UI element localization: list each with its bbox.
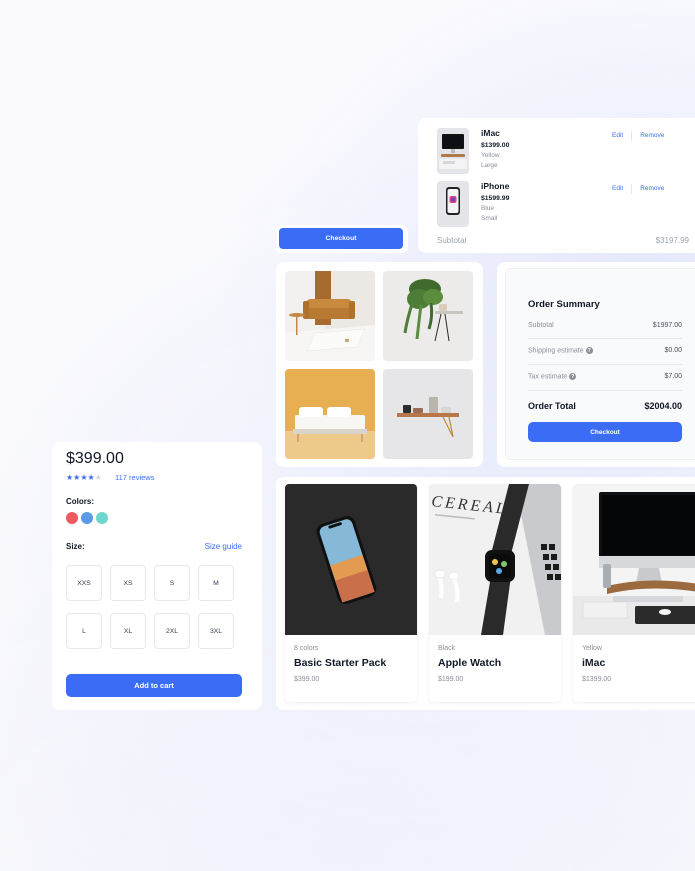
- iphone-thumbnail: [437, 181, 469, 227]
- product-price: $1399.00: [582, 676, 612, 683]
- size-option[interactable]: 3XL: [198, 613, 234, 649]
- product-name: Basic Starter Pack: [294, 657, 387, 669]
- cart-item-color: Yellow: [481, 152, 500, 159]
- summary-label: Tax estimate: [528, 373, 568, 381]
- add-to-cart-button[interactable]: Add to cart: [66, 674, 242, 697]
- star-icon: ★: [94, 473, 102, 482]
- color-swatch[interactable]: [96, 512, 108, 524]
- cart-card: iMac $1399.00 Yellow Large Edit Remove i…: [418, 118, 695, 253]
- product-price: $199.00: [438, 676, 464, 683]
- size-label: Size:: [66, 542, 85, 551]
- order-total-label: Order Total: [528, 401, 576, 411]
- product-list: 8 colors Basic Starter Pack $399.00 CERE…: [276, 477, 695, 710]
- cart-item-size: Small: [481, 214, 498, 222]
- summary-row-tax: Tax estimate? $7.00: [528, 373, 682, 380]
- product-name: Apple Watch: [438, 657, 502, 669]
- divider: [528, 364, 682, 365]
- cart-item-remove-link[interactable]: Remove: [640, 185, 664, 194]
- divider: [528, 338, 682, 339]
- reviews-link[interactable]: 117 reviews: [115, 473, 154, 482]
- cart-item-price: $1599.99: [481, 195, 510, 202]
- cart-item-name: iPhone: [481, 181, 510, 191]
- color-swatch[interactable]: [81, 512, 93, 524]
- cart-item-remove-link[interactable]: Remove: [640, 132, 664, 141]
- cart-item-color: Blue: [481, 205, 495, 212]
- checkout-button[interactable]: Checkout: [279, 228, 403, 249]
- wall-shelf-image[interactable]: [383, 369, 473, 459]
- summary-row-subtotal: Subtotal $1997.00: [528, 322, 682, 329]
- product-card[interactable]: CEREAL Black Apple Watch $199.00: [429, 484, 561, 702]
- size-option[interactable]: L: [66, 613, 102, 649]
- product-card[interactable]: Yellow iMac $1399.00: [573, 484, 695, 702]
- checkout-button[interactable]: Checkout: [528, 422, 682, 442]
- cart-item: iPhone $1599.99 Blue Small Edit Remove: [437, 181, 695, 227]
- product-price: $399.00: [66, 450, 124, 467]
- color-swatch[interactable]: [66, 512, 78, 524]
- product-subtitle: Yellow: [582, 645, 602, 652]
- image-gallery: [276, 262, 483, 467]
- cart-item: iMac $1399.00 Yellow Large Edit Remove: [437, 128, 695, 174]
- star-icon: ★: [87, 473, 95, 482]
- cart-item-name: iMac: [481, 128, 500, 138]
- summary-row-shipping: Shipping estimate? $0.00: [528, 347, 682, 354]
- summary-value: $7.00: [664, 373, 682, 381]
- product-price: $399.00: [294, 676, 320, 683]
- size-guide-link[interactable]: Size guide: [205, 542, 242, 551]
- checkout-card: Checkout: [276, 225, 408, 253]
- question-icon[interactable]: ?: [569, 373, 577, 380]
- question-icon[interactable]: ?: [585, 347, 593, 354]
- star-icon: ★: [80, 473, 88, 482]
- order-total-value: $2004.00: [644, 401, 682, 411]
- sofa-room-image[interactable]: [285, 271, 375, 361]
- star-rating: ★★★★★: [66, 473, 102, 482]
- divider: [631, 131, 633, 141]
- divider: [528, 390, 682, 391]
- iphone-photo: [285, 484, 417, 635]
- imac-thumbnail: [437, 128, 469, 174]
- size-option[interactable]: M: [198, 565, 234, 601]
- size-option[interactable]: 2XL: [154, 613, 190, 649]
- cart-subtotal-value: $3197.99: [655, 236, 689, 245]
- colors-label: Colors:: [66, 497, 94, 506]
- cart-item-size: Large: [481, 161, 498, 169]
- size-option[interactable]: XXS: [66, 565, 102, 601]
- divider: [631, 184, 633, 194]
- bed-image[interactable]: [285, 369, 375, 459]
- summary-value: $0.00: [664, 347, 682, 355]
- order-summary: Order Summary Subtotal $1997.00 Shipping…: [505, 268, 695, 460]
- product-name: iMac: [582, 657, 606, 669]
- cart-item-edit-link[interactable]: Edit: [612, 185, 623, 194]
- cart-subtotal-label: Subtotal: [437, 236, 467, 245]
- order-summary-card: Order Summary Subtotal $1997.00 Shipping…: [497, 262, 695, 467]
- cart-item-edit-link[interactable]: Edit: [612, 132, 623, 141]
- size-option[interactable]: S: [154, 565, 190, 601]
- product-card[interactable]: 8 colors Basic Starter Pack $399.00: [285, 484, 417, 702]
- product-subtitle: Black: [438, 645, 456, 652]
- hanging-plant-image[interactable]: [383, 271, 473, 361]
- product-subtitle: 8 colors: [294, 645, 319, 652]
- summary-value: $1997.00: [652, 322, 682, 329]
- summary-label: Shipping estimate: [528, 347, 584, 355]
- size-option[interactable]: XL: [110, 613, 146, 649]
- product-detail-card: $399.00 ★★★★★ 117 reviews Colors: Size: …: [52, 442, 262, 710]
- cart-subtotal-row: Subtotal $3197.99: [437, 236, 689, 245]
- apple-watch-photo: CEREAL: [429, 484, 561, 635]
- order-summary-title: Order Summary: [528, 299, 600, 310]
- cart-item-price: $1399.00: [481, 142, 510, 149]
- size-option[interactable]: XS: [110, 565, 146, 601]
- summary-label: Subtotal: [528, 322, 554, 329]
- imac-photo: [573, 484, 695, 635]
- order-total-row: Order Total $2004.00: [528, 401, 682, 411]
